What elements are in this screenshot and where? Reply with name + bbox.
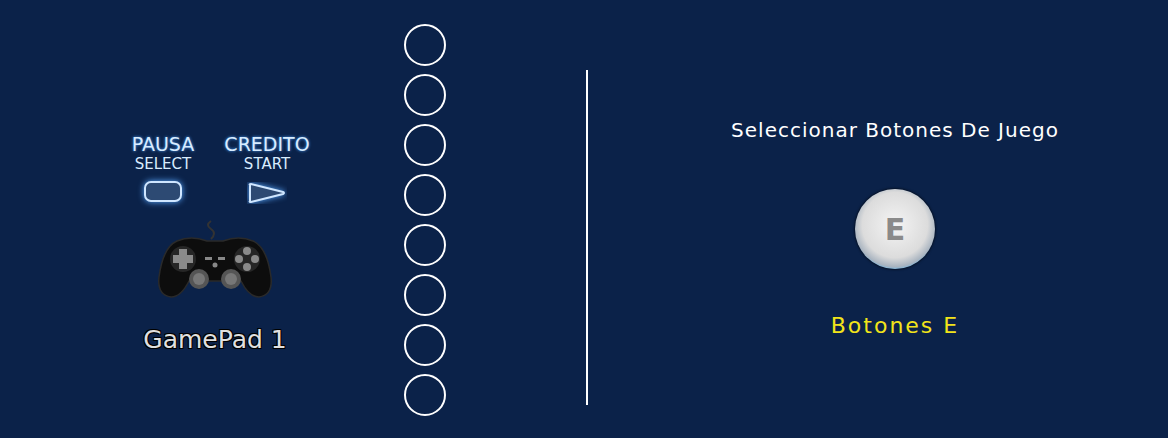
select-label: SELECT bbox=[135, 155, 191, 173]
select-button-icon bbox=[144, 181, 182, 202]
gamepad-icon bbox=[155, 217, 275, 301]
credit-group: CREDITOSTART bbox=[215, 134, 319, 203]
button-slot[interactable] bbox=[404, 174, 446, 216]
gamepad-name: GamePad 1 bbox=[143, 321, 286, 359]
selector-caption: Botones E bbox=[831, 309, 959, 342]
button-slots bbox=[404, 0, 446, 438]
e-button-letter: E bbox=[885, 207, 906, 252]
button-slot[interactable] bbox=[404, 74, 446, 116]
start-button-icon bbox=[247, 181, 287, 203]
credit-label: CREDITO bbox=[224, 134, 309, 155]
spacer bbox=[446, 0, 586, 438]
control-labels: PAUSASELECTCREDITOSTART bbox=[111, 134, 319, 203]
button-slot[interactable] bbox=[404, 374, 446, 416]
button-slot[interactable] bbox=[404, 124, 446, 166]
button-slot[interactable] bbox=[404, 274, 446, 316]
start-label: START bbox=[244, 155, 290, 173]
controller-panel: PAUSASELECTCREDITOSTARTGamePad 1 bbox=[0, 0, 404, 438]
pause-group: PAUSASELECT bbox=[111, 134, 215, 203]
button-slot[interactable] bbox=[404, 224, 446, 266]
pause-label: PAUSA bbox=[132, 134, 195, 155]
e-button[interactable]: E bbox=[855, 189, 935, 269]
selector-title: Seleccionar Botones De Juego bbox=[731, 115, 1059, 145]
selector-panel: Seleccionar Botones De Juego E Botones E bbox=[588, 0, 1168, 438]
button-slot[interactable] bbox=[404, 24, 446, 66]
button-slot[interactable] bbox=[404, 324, 446, 366]
divider bbox=[586, 70, 588, 405]
